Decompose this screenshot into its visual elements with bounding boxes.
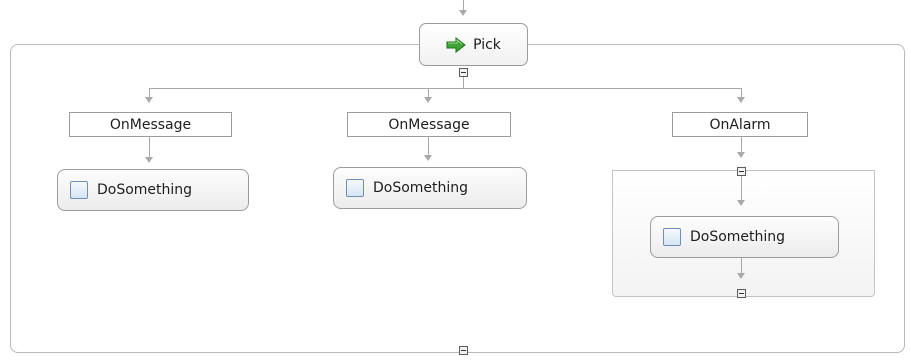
branch-2-activity-label: DoSomething <box>373 180 469 196</box>
branch-bus-connector <box>149 88 742 89</box>
green-right-arrow-icon <box>446 36 466 53</box>
alarm-seq-inner-connector <box>741 176 742 200</box>
branch-3-activity-label: DoSomething <box>690 229 786 245</box>
pick-collapse-toggle[interactable] <box>459 68 468 77</box>
branch-3-onalarm[interactable]: OnAlarm <box>672 112 808 137</box>
branch-3-seq-connector <box>741 137 742 153</box>
branch-1-activity-connector <box>149 137 150 158</box>
alarm-seq-bottom-arrowhead <box>737 273 745 279</box>
branch-2-activity-connector <box>428 137 429 156</box>
alarm-sequence-collapse-toggle[interactable] <box>737 167 746 176</box>
branch-1-activity-label: DoSomething <box>97 182 193 198</box>
activity-box-icon <box>70 181 88 199</box>
activity-box-icon <box>663 228 681 246</box>
branch-2-activity-arrowhead <box>424 155 432 161</box>
alarm-seq-bottom-connector <box>741 258 742 273</box>
pick-label: Pick <box>473 36 501 53</box>
branch-1-arrowhead <box>145 97 153 103</box>
pick-container-collapse-toggle[interactable] <box>459 346 468 355</box>
branch-1-activity-arrowhead <box>145 157 153 163</box>
branch-2-label: OnMessage <box>388 116 470 133</box>
process-canvas: Pick OnMessage DoSomething OnMessage DoS… <box>0 0 911 362</box>
branch-1-onmessage[interactable]: OnMessage <box>69 112 232 137</box>
branch-2-onmessage[interactable]: OnMessage <box>347 112 511 137</box>
branch-3-label: OnAlarm <box>709 116 771 133</box>
alarm-seq-inner-arrowhead <box>737 200 745 206</box>
branch-3-arrowhead <box>737 97 745 103</box>
branch-3-activity[interactable]: DoSomething <box>650 216 839 258</box>
branch-3-seq-arrowhead <box>737 152 745 158</box>
branch-1-activity[interactable]: DoSomething <box>57 169 249 211</box>
branch-1-label: OnMessage <box>109 116 192 133</box>
alarm-sequence-bottom-collapse-toggle[interactable] <box>737 289 746 298</box>
incoming-arrowhead <box>459 10 467 16</box>
branch-2-arrowhead <box>424 97 432 103</box>
branch-2-activity[interactable]: DoSomething <box>333 167 527 209</box>
activity-box-icon <box>346 179 364 197</box>
pick-node[interactable]: Pick <box>419 23 528 66</box>
